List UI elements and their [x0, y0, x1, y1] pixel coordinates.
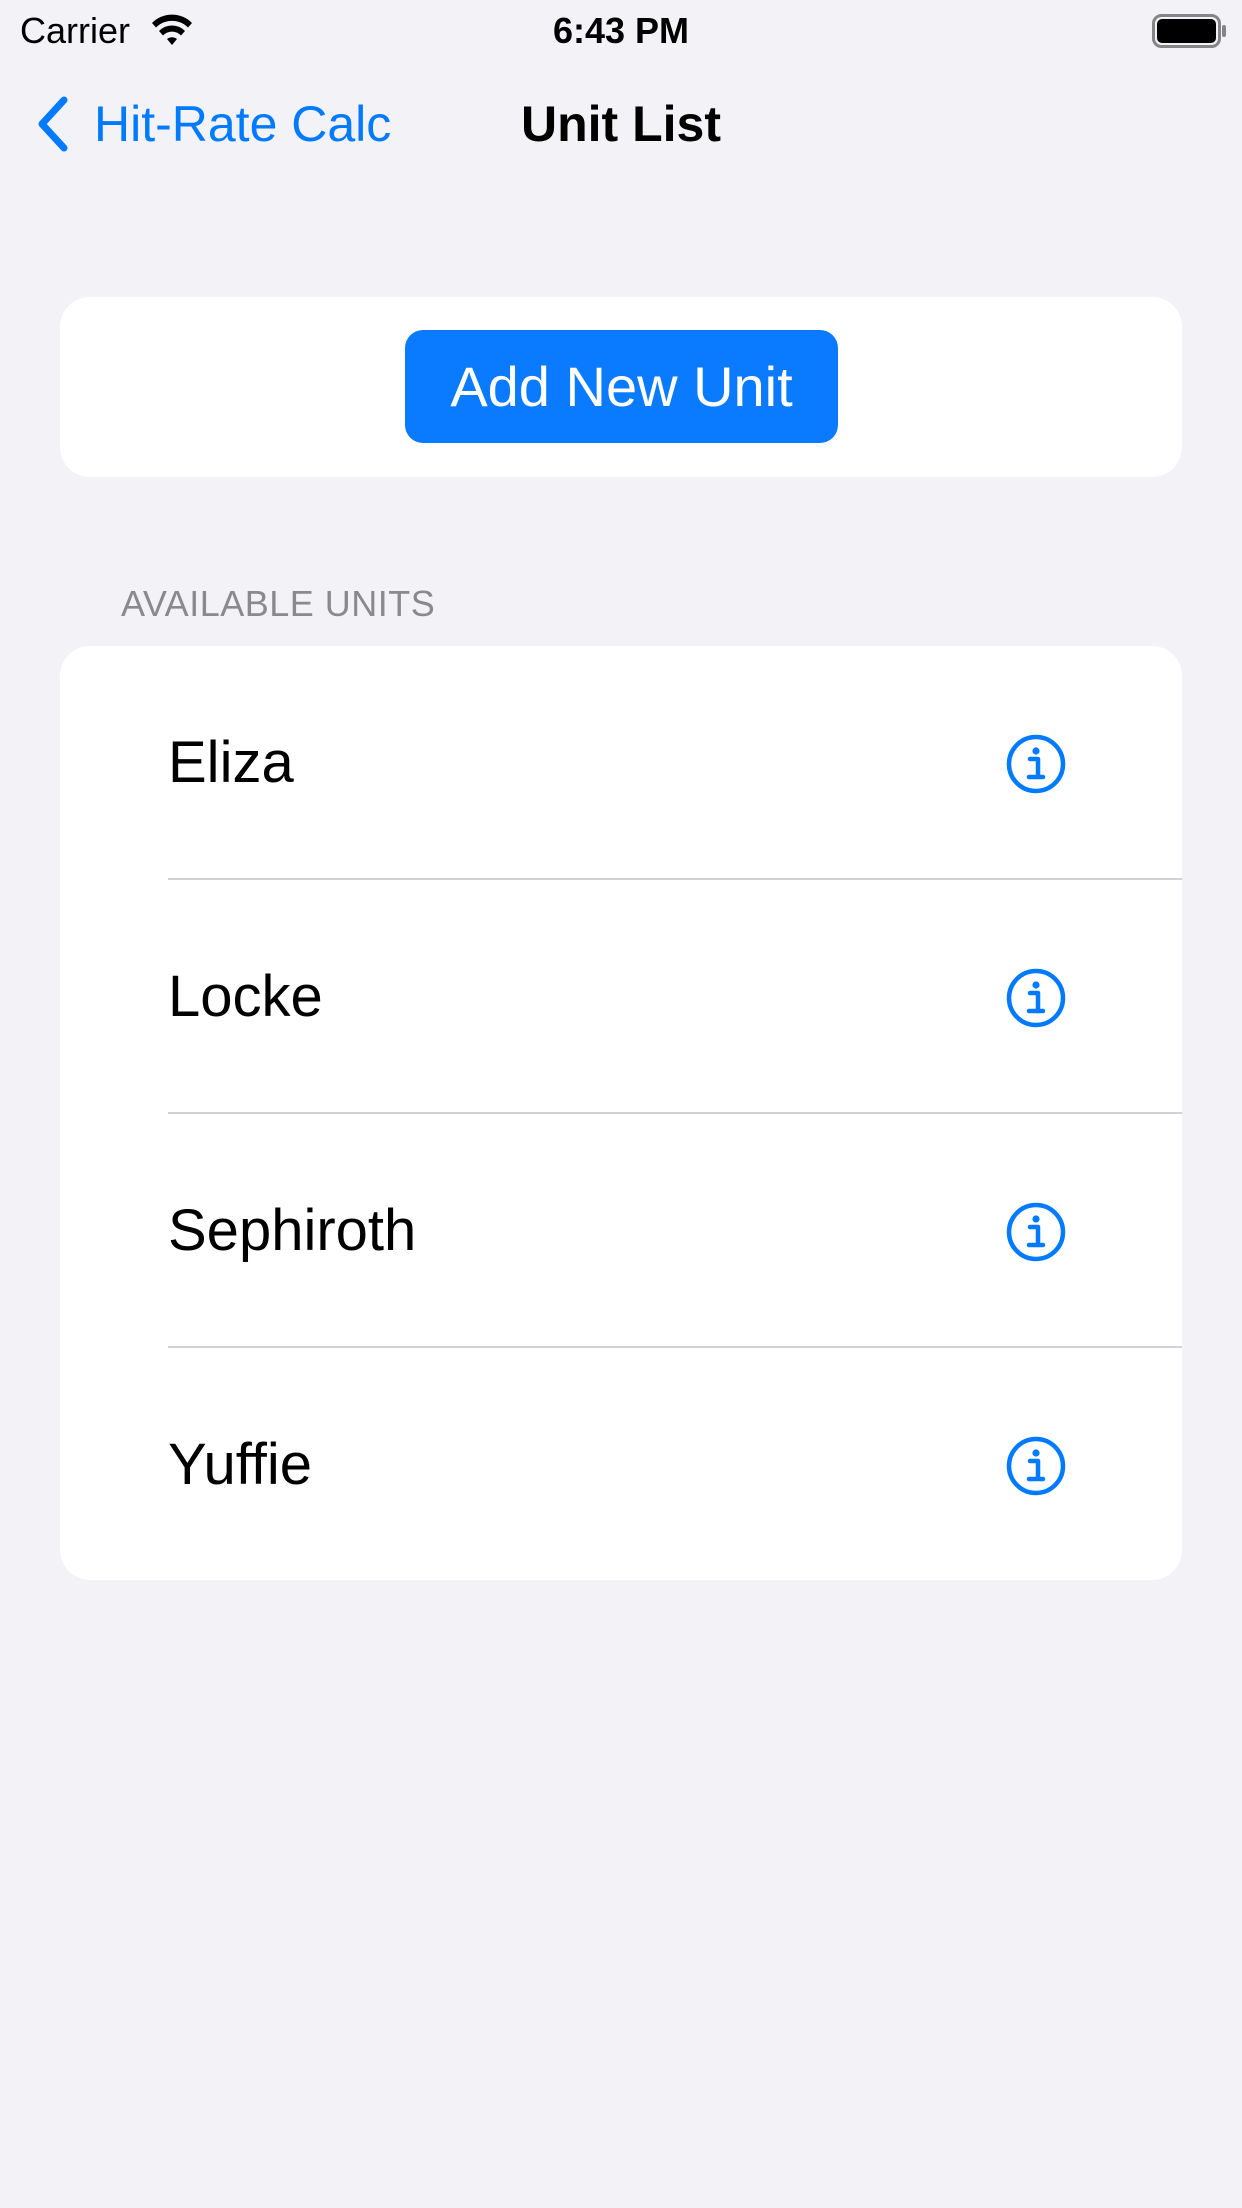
info-circle-icon[interactable]	[1006, 1436, 1066, 1496]
status-time: 6:43 PM	[552, 10, 690, 51]
units-list: Eliza Locke Sephiroth Yuffie	[60, 646, 1182, 1580]
status-bar: Carrier 6:43 PM	[0, 0, 1242, 60]
info-circle-icon[interactable]	[1006, 734, 1066, 794]
info-circle-icon[interactable]	[1006, 968, 1066, 1028]
unit-name: Sephiroth	[168, 1198, 417, 1263]
unit-name: Yuffie	[168, 1432, 313, 1497]
section-header-available-units: AVAILABLE UNITS	[121, 583, 436, 624]
page-title: Unit List	[521, 96, 721, 152]
unit-name: Locke	[168, 964, 323, 1029]
unit-name: Eliza	[168, 730, 294, 795]
unit-row-yuffie[interactable]: Yuffie	[60, 1348, 1182, 1580]
add-new-unit-button[interactable]: Add New Unit	[405, 330, 838, 443]
unit-row-sephiroth[interactable]: Sephiroth	[60, 1114, 1182, 1348]
navigation-bar: Hit-Rate Calc Unit List	[0, 80, 1242, 168]
info-circle-icon[interactable]	[1006, 1202, 1066, 1262]
add-unit-card: Add New Unit	[60, 297, 1182, 477]
unit-row-eliza[interactable]: Eliza	[60, 646, 1182, 880]
unit-row-locke[interactable]: Locke	[60, 880, 1182, 1114]
battery-full-icon	[1152, 14, 1226, 48]
